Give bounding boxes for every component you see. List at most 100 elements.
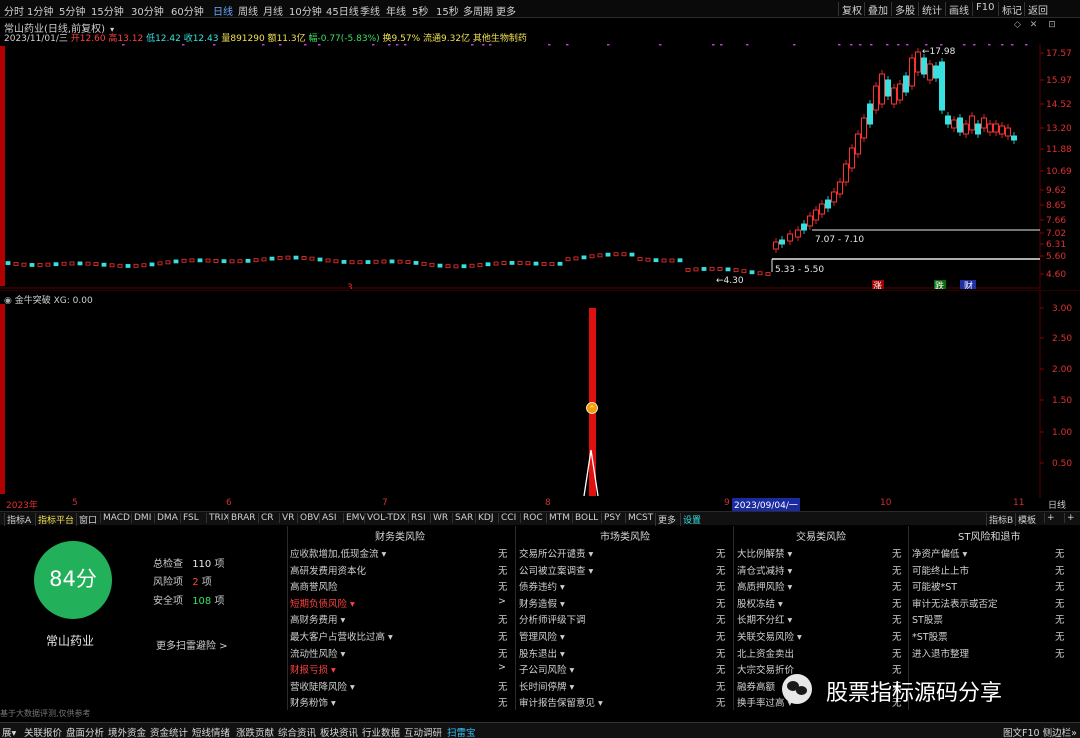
risk-item[interactable]: 股东退出 ▾ xyxy=(519,646,565,660)
risk-item[interactable]: 进入退市整理 xyxy=(912,646,969,660)
tab-obv[interactable]: OBV xyxy=(297,513,319,523)
tab-vol-tdx[interactable]: VOL-TDX xyxy=(364,513,406,523)
risk-item[interactable]: 最大客户占营收比过高 ▾ xyxy=(290,629,393,643)
timeframe-30min[interactable]: 30分钟 xyxy=(131,3,164,18)
add-icon-2[interactable]: + xyxy=(1064,513,1075,523)
tab-roc[interactable]: ROC xyxy=(520,513,543,523)
tab-指标平台[interactable]: 指标平台 xyxy=(35,513,74,526)
tab-sar[interactable]: SAR xyxy=(452,513,473,523)
risk-item[interactable]: 高质押风险 ▾ xyxy=(737,579,792,593)
risk-item[interactable]: 流动性风险 ▾ xyxy=(290,646,345,660)
risk-item[interactable]: 高研发费用资本化 xyxy=(290,563,366,577)
back-button[interactable]: 返回 xyxy=(1024,2,1051,17)
tab-wr[interactable]: WR xyxy=(430,513,448,523)
bottom-tab[interactable]: 盘面分析 xyxy=(66,725,104,738)
risk-item[interactable]: 北上资金卖出 xyxy=(737,646,794,660)
tab-trix[interactable]: TRIX xyxy=(206,513,230,523)
risk-item[interactable]: 交易所公开谴责 ▾ xyxy=(519,546,593,560)
tab-cr[interactable]: CR xyxy=(258,513,274,523)
risk-item[interactable]: 短期负债风险 ▾ xyxy=(290,596,355,610)
risk-item[interactable]: 分析师评级下调 xyxy=(519,612,586,626)
tab-macd[interactable]: MACD xyxy=(100,513,130,523)
timeframe-10min[interactable]: 10分钟 xyxy=(289,3,322,18)
expand-icon[interactable]: ⊡ xyxy=(1048,20,1056,30)
risk-item[interactable]: 长期不分红 ▾ xyxy=(737,612,792,626)
timeframe-1min[interactable]: 1分钟 xyxy=(27,3,53,18)
tab-设置[interactable]: 设置 xyxy=(680,513,701,526)
bottom-tab[interactable]: 涨跌贡献 xyxy=(236,725,274,738)
more-scan-link[interactable]: 更多扫雷避险 > xyxy=(156,637,228,652)
tab-emv[interactable]: EMV xyxy=(343,513,366,523)
mark-button[interactable]: 标记 xyxy=(998,2,1025,17)
risk-item[interactable]: 可能被*ST xyxy=(912,579,957,593)
timeframe-45day[interactable]: 45日线 xyxy=(326,3,359,18)
bottom-tab[interactable]: 板块资讯 xyxy=(320,725,358,738)
tab-mcst[interactable]: MCST xyxy=(625,513,653,523)
timeframe-more[interactable]: 更多 xyxy=(496,3,516,18)
timeframe-daily[interactable]: 日线 xyxy=(213,3,233,18)
f10-button[interactable]: F10 xyxy=(972,2,997,16)
tab-mtm[interactable]: MTM xyxy=(546,513,570,523)
tab-更多[interactable]: 更多 xyxy=(655,513,676,526)
timeframe-year[interactable]: 年线 xyxy=(386,3,406,18)
risk-item[interactable]: 高商誉风险 xyxy=(290,579,338,593)
risk-item[interactable]: ST股票 xyxy=(912,612,943,626)
timeframe-5sec[interactable]: 5秒 xyxy=(412,3,428,18)
timeframe-15min[interactable]: 15分钟 xyxy=(91,3,124,18)
bottom-tab[interactable]: 境外资金 xyxy=(108,725,146,738)
risk-item[interactable]: 高财务费用 ▾ xyxy=(290,612,345,626)
tab-brar[interactable]: BRAR xyxy=(228,513,255,523)
timeframe-60min[interactable]: 60分钟 xyxy=(171,3,204,18)
minimize-icon[interactable]: ◇ xyxy=(1014,20,1021,30)
risk-item[interactable]: 财务造假 ▾ xyxy=(519,596,565,610)
timeframe-1min-realtime[interactable]: 分时 xyxy=(4,3,24,18)
risk-item[interactable]: 财务粉饰 ▾ xyxy=(290,695,336,709)
risk-item[interactable]: 子公司风险 ▾ xyxy=(519,662,574,676)
bottom-tab[interactable]: 扫雷宝 xyxy=(447,725,476,738)
risk-item[interactable]: *ST股票 xyxy=(912,629,948,643)
bottom-tab[interactable]: 行业数据 xyxy=(362,725,400,738)
timeframe-15sec[interactable]: 15秒 xyxy=(436,3,459,18)
adjust-button[interactable]: 复权 xyxy=(838,2,865,17)
risk-item[interactable]: 股权冻结 ▾ xyxy=(737,596,783,610)
tab-asi[interactable]: ASI xyxy=(319,513,337,523)
tab-窗口[interactable]: 窗口 xyxy=(76,513,97,526)
risk-item[interactable]: 净资产偏低 ▾ xyxy=(912,546,967,560)
risk-item[interactable]: 长时间停牌 ▾ xyxy=(519,679,574,693)
bottom-tab[interactable]: 互动调研 xyxy=(404,725,442,738)
tab-rsi[interactable]: RSI xyxy=(408,513,426,523)
tab-cci[interactable]: CCI xyxy=(498,513,516,523)
risk-item[interactable]: 关联交易风险 ▾ xyxy=(737,629,802,643)
timeframe-multi[interactable]: 多周期 xyxy=(463,3,493,18)
tab-indicator-b[interactable]: 指标B xyxy=(986,513,1013,526)
bottom-tab[interactable]: 短线情绪 xyxy=(192,725,230,738)
risk-item[interactable]: 可能终止上市 xyxy=(912,563,969,577)
timeframe-weekly[interactable]: 周线 xyxy=(238,3,258,18)
overlay-button[interactable]: 叠加 xyxy=(864,2,891,17)
risk-item[interactable]: 清仓式减持 ▾ xyxy=(737,563,792,577)
timeframe-monthly[interactable]: 月线 xyxy=(263,3,283,18)
close-icon[interactable]: ✕ xyxy=(1030,20,1038,30)
bottom-tab[interactable]: 关联报价 xyxy=(24,725,62,738)
risk-item[interactable]: 审计报告保留意见 ▾ xyxy=(519,695,603,709)
risk-item[interactable]: 营收陡降风险 ▾ xyxy=(290,679,355,693)
draw-line-button[interactable]: 画线 xyxy=(945,2,972,17)
risk-item[interactable]: 财报亏损 ▾ xyxy=(290,662,336,676)
risk-item[interactable]: 大比例解禁 ▾ xyxy=(737,546,792,560)
tab-dma[interactable]: DMA xyxy=(154,513,178,523)
bottom-tab[interactable]: 资金统计 xyxy=(150,725,188,738)
timeframe-5min[interactable]: 5分钟 xyxy=(59,3,85,18)
tab-指标a[interactable]: 指标A xyxy=(4,513,31,526)
tab-psy[interactable]: PSY xyxy=(601,513,621,523)
bottom-tab[interactable]: 展▾ xyxy=(2,725,16,738)
add-icon[interactable]: + xyxy=(1044,513,1055,523)
tab-vr[interactable]: VR xyxy=(279,513,294,523)
statistics-button[interactable]: 统计 xyxy=(918,2,945,17)
tab-fsl[interactable]: FSL xyxy=(180,513,199,523)
risk-item[interactable]: 审计无法表示或否定 xyxy=(912,596,998,610)
risk-item[interactable]: 融券高额 xyxy=(737,679,775,693)
risk-item[interactable]: 公司被立案调查 ▾ xyxy=(519,563,593,577)
side-panel-toggle[interactable]: 图文F10 侧边栏» xyxy=(1003,725,1077,738)
bottom-tab[interactable]: 综合资讯 xyxy=(278,725,316,738)
tab-boll[interactable]: BOLL xyxy=(572,513,598,523)
